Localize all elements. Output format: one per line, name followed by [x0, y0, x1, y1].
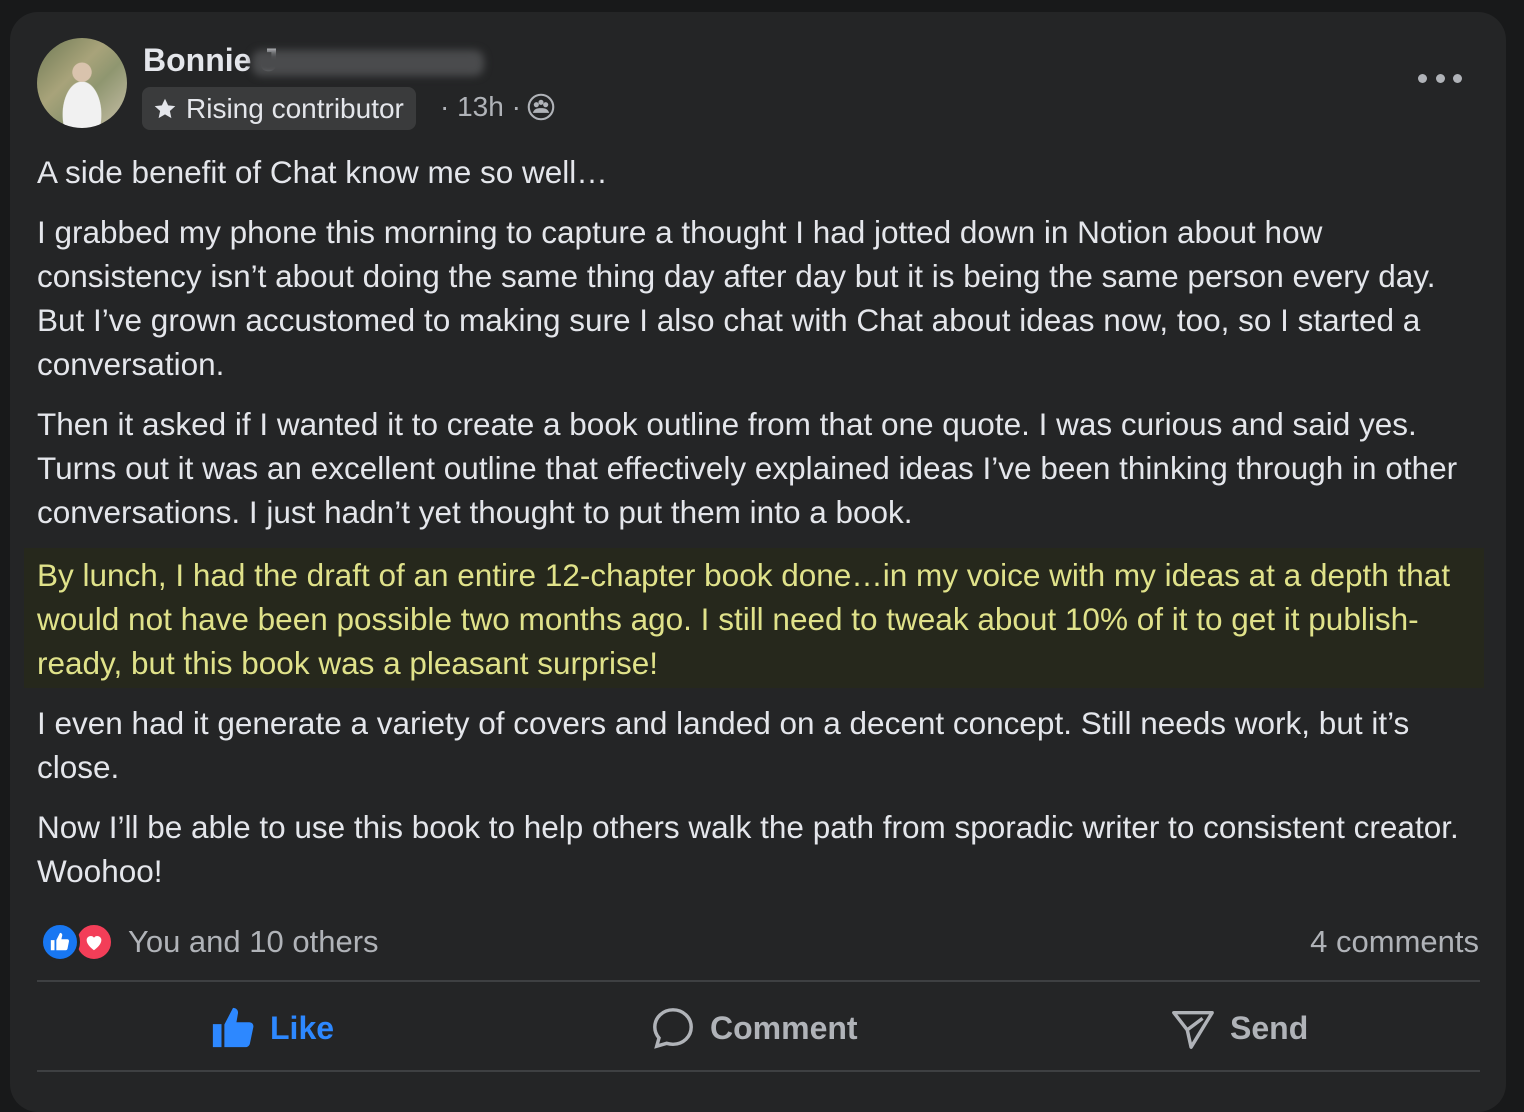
post-paragraph: Now I’ll be able to use this book to hel…: [37, 809, 1459, 889]
like-label: Like: [270, 1009, 335, 1046]
comment-icon: [653, 1008, 693, 1049]
highlighted-paragraph: By lunch, I had the draft of an entire 1…: [37, 557, 1451, 681]
post-paragraph: I even had it generate a variety of cove…: [37, 705, 1410, 785]
star-icon: [154, 98, 176, 118]
redacted-name: [252, 50, 484, 76]
post-time[interactable]: · 13h ·: [440, 91, 521, 123]
post-body-continued: I even had it generate a variety of cove…: [37, 701, 1477, 909]
post-body: A side benefit of Chat know me so well… …: [37, 150, 1477, 550]
like-button[interactable]: Like: [210, 1000, 334, 1056]
reactions-summary[interactable]: You and 10 others: [40, 922, 379, 962]
send-icon: [1172, 1010, 1214, 1049]
badge-label: Rising contributor: [186, 92, 404, 124]
reactions-text: You and 10 others: [128, 924, 379, 959]
comment-button[interactable]: Comment: [650, 1000, 858, 1056]
contributor-badge[interactable]: Rising contributor: [142, 87, 416, 130]
post-paragraph: I grabbed my phone this morning to captu…: [37, 214, 1436, 382]
divider: [37, 980, 1480, 982]
comment-label: Comment: [710, 1009, 858, 1046]
avatar[interactable]: [37, 38, 127, 128]
post-paragraph: Then it asked if I wanted it to create a…: [37, 406, 1458, 530]
thumbs-up-icon: [212, 1007, 254, 1048]
post-paragraph: A side benefit of Chat know me so well…: [37, 154, 608, 190]
send-button[interactable]: Send: [1170, 1000, 1308, 1056]
more-options-icon[interactable]: [1418, 64, 1462, 92]
send-label: Send: [1230, 1009, 1309, 1046]
like-reaction-icon: [40, 922, 80, 962]
comments-count[interactable]: 4 comments: [1310, 922, 1479, 962]
post-meta: · 13h ·: [440, 88, 555, 126]
love-reaction-icon: [74, 922, 114, 962]
group-icon: [527, 93, 555, 121]
divider: [37, 1070, 1480, 1072]
